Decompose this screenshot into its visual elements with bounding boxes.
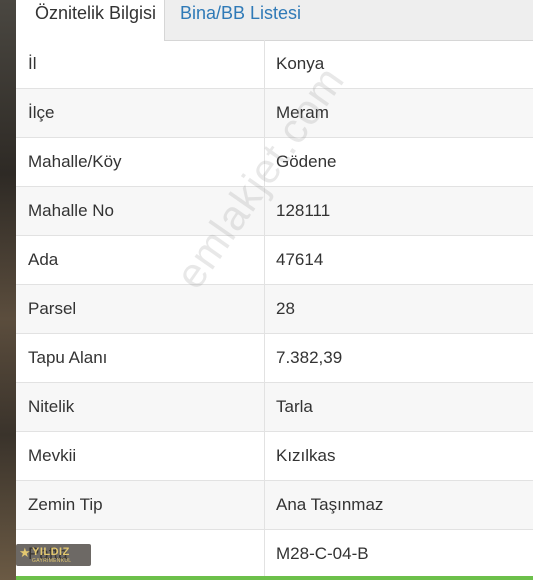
row-key: Nitelik [28, 397, 75, 416]
row-value: Konya [276, 54, 325, 73]
row-key: Mevkii [28, 446, 77, 465]
tab-attribute-info[interactable]: Öznitelik Bilgisi [16, 0, 165, 41]
row-key: Mahalle No [28, 201, 114, 220]
table-row: Tapu Alanı 7.382,39 [16, 334, 533, 383]
row-key: Parsel [28, 299, 77, 318]
table-row: Ada 47614 [16, 236, 533, 285]
row-value: M28-C-04-B [276, 544, 369, 563]
row-value: 47614 [276, 250, 324, 269]
background-strip [0, 0, 16, 580]
row-value: Kızılkas [276, 446, 336, 465]
attribute-panel: Öznitelik Bilgisi Bina/BB Listesi İl Kon… [16, 0, 533, 580]
column-divider [264, 40, 265, 580]
row-key: Tapu Alanı [28, 348, 108, 367]
accent-bar [16, 576, 533, 580]
row-value: 28 [276, 299, 295, 318]
table-row: Zemin Tip Ana Taşınmaz [16, 481, 533, 530]
attribute-table: İl Konya İlçe Meram Mahalle/Köy Gödene M… [16, 40, 533, 579]
table-row: Mahalle No 128111 [16, 187, 533, 236]
row-value: Ana Taşınmaz [276, 495, 384, 514]
row-key: Mahalle/Köy [28, 152, 122, 171]
row-value: Meram [276, 103, 329, 122]
logo-sub-text: GAYRİMENKUL [32, 558, 72, 564]
table-row: İlçe Meram [16, 89, 533, 138]
table-row: Mevkii Kızılkas [16, 432, 533, 481]
table-row: Pafta M28-C-04-B [16, 530, 533, 579]
table-row: İl Konya [16, 40, 533, 89]
row-key: İl [28, 54, 37, 73]
row-value: Tarla [276, 397, 313, 416]
brand-logo: ★ YILDIZ GAYRİMENKUL [16, 544, 91, 566]
row-value: Gödene [276, 152, 337, 171]
tab-building-list[interactable]: Bina/BB Listesi [165, 0, 301, 40]
row-value: 7.382,39 [276, 348, 343, 367]
tab-bar: Öznitelik Bilgisi Bina/BB Listesi [16, 0, 533, 41]
star-icon: ★ [19, 545, 31, 560]
table-row: Mahalle/Köy Gödene [16, 138, 533, 187]
row-value: 128111 [276, 201, 331, 220]
table-row: Nitelik Tarla [16, 383, 533, 432]
row-key: Zemin Tip [28, 495, 103, 514]
logo-main-text: YILDIZ [32, 546, 70, 558]
row-key: İlçe [28, 103, 55, 122]
row-key: Ada [28, 250, 59, 269]
table-row: Parsel 28 [16, 285, 533, 334]
